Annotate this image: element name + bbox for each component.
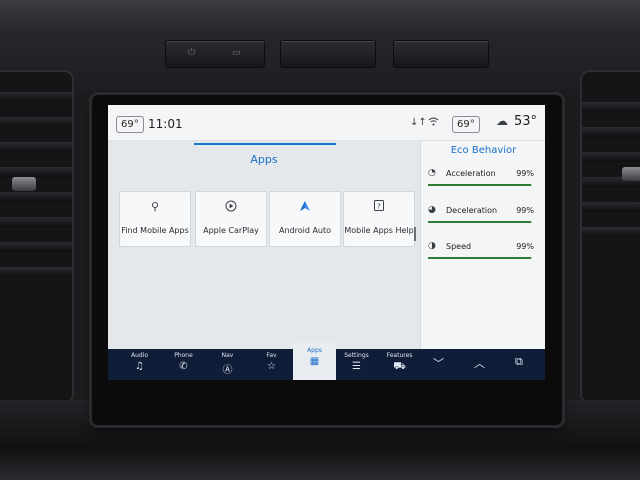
data-transfer-icon: ↓↑ (410, 117, 427, 128)
vent-slat (0, 267, 72, 277)
bottom-nav-bar: Audio ♫ Phone ✆ Nav Ⓐ Fav ☆ Apps ▦ Setti… (108, 343, 545, 380)
eco-progress-bar (428, 184, 532, 186)
sliders-icon: ☰ (352, 361, 361, 372)
search-apps-icon: ⚲ (150, 200, 160, 213)
nav-features[interactable]: Features ⛟ (378, 349, 421, 380)
nav-phone[interactable]: Phone ✆ (162, 349, 205, 380)
wifi-icon (428, 117, 439, 129)
chevron-up-icon[interactable]: ︿ (474, 355, 485, 371)
eco-row-value: 99% (516, 206, 534, 215)
nav-label: Settings (344, 352, 369, 359)
clock: 11:01 (148, 117, 183, 131)
tile-label: Find Mobile Apps (121, 226, 189, 235)
vent-slat (0, 192, 72, 202)
eco-row-acceleration: ◔ Acceleration 99% (428, 168, 538, 188)
eco-progress-fill (428, 184, 531, 186)
outside-temperature: 53° (514, 114, 538, 129)
help-icon: ? (344, 200, 414, 214)
eco-progress-fill (428, 257, 531, 259)
eco-progress-fill (428, 221, 531, 223)
music-note-icon: ♫ (135, 361, 144, 372)
phone-icon: ✆ (179, 361, 188, 372)
apps-panel: Apps ⚲ Find Mobile Apps Apple CarPlay An… (108, 141, 420, 349)
air-vent-left (0, 70, 74, 404)
nav-label: Apps (307, 347, 322, 354)
nav-label: Nav (221, 352, 234, 359)
inside-temperature-right[interactable]: 69° (452, 116, 480, 133)
car-icon: ⛟ (393, 361, 406, 372)
nav-settings[interactable]: Settings ☰ (335, 349, 378, 380)
vent-slat (0, 117, 72, 127)
vent-slat (582, 202, 640, 212)
vent-slat (582, 227, 640, 237)
eco-row-deceleration: ◕ Deceleration 99% (428, 205, 538, 225)
tile-android-auto[interactable]: Android Auto (269, 191, 341, 247)
nav-label: Features (386, 352, 413, 359)
vent-slat (582, 152, 640, 162)
tile-apple-carplay[interactable]: Apple CarPlay (195, 191, 267, 247)
eco-row-value: 99% (516, 169, 534, 178)
apps-scrollbar[interactable] (414, 227, 416, 241)
hazard-button[interactable] (280, 40, 376, 68)
apps-grid-icon: ▦ (309, 356, 320, 367)
nav-label: Phone (174, 352, 193, 359)
nav-favorites[interactable]: Fav ☆ (250, 349, 293, 380)
apps-title: Apps (250, 153, 278, 166)
chevron-down-icon[interactable]: ﹀ (433, 355, 444, 371)
vent-slat (582, 127, 640, 137)
gauge-icon: ◕ (428, 205, 436, 215)
tile-label: Apple CarPlay (203, 226, 259, 235)
vent-knob[interactable] (622, 167, 640, 181)
tile-mobile-apps-help[interactable]: ? Mobile Apps Help (343, 191, 415, 247)
eco-row-label: Speed (446, 242, 472, 251)
vent-slat (0, 92, 72, 102)
svg-text:?: ? (377, 202, 381, 210)
eco-row-speed: ◑ Speed 99% (428, 241, 538, 261)
nav-audio[interactable]: Audio ♫ (118, 349, 161, 380)
eco-behavior-title: Eco Behavior (450, 145, 517, 156)
eco-row-label: Deceleration (446, 206, 498, 215)
star-icon: ☆ (267, 361, 276, 372)
vent-slat (0, 242, 72, 252)
eco-row-label: Acceleration (446, 169, 496, 178)
weather-cloud-icon: ☁ (496, 114, 508, 128)
tile-find-mobile-apps[interactable]: ⚲ Find Mobile Apps (119, 191, 191, 247)
vent-slat (0, 217, 72, 227)
vent-slat (0, 142, 72, 152)
eco-progress-bar (428, 221, 532, 223)
eco-progress-bar (428, 257, 532, 259)
status-bar: 69° 11:01 ↓↑ 69° ☁ 53° (108, 105, 545, 141)
inside-temperature-left[interactable]: 69° (116, 116, 144, 133)
hardware-button-right[interactable] (393, 40, 489, 68)
navigation-icon: Ⓐ (222, 365, 233, 376)
infotainment-screen: 69° 11:01 ↓↑ 69° ☁ 53° Apps ⚲ Find Mobil… (108, 105, 545, 380)
nav-label: Audio (130, 352, 149, 359)
hardware-button-icon: ▭ (232, 48, 241, 58)
vent-slat (0, 167, 72, 177)
nav-navigation[interactable]: Nav Ⓐ (206, 349, 249, 380)
eco-row-value: 99% (516, 242, 534, 251)
android-auto-icon (270, 200, 340, 214)
copy-windows-icon[interactable]: ⧉ (515, 355, 523, 369)
vent-knob[interactable] (12, 177, 36, 191)
carplay-icon (196, 200, 266, 214)
nav-label: Fav (266, 352, 277, 359)
air-vent-right (580, 70, 640, 404)
hardware-button-left[interactable]: ⏻ ▭ (165, 40, 265, 68)
hardware-button-icon: ⏻ (188, 48, 196, 58)
apps-title-underline (194, 143, 336, 145)
tile-label: Android Auto (278, 226, 332, 235)
tile-label: Mobile Apps Help (344, 226, 414, 235)
gauge-icon: ◔ (428, 168, 436, 178)
speedometer-icon: ◑ (428, 241, 436, 251)
eco-behavior-panel: Eco Behavior ◔ Acceleration 99% ◕ Decele… (420, 141, 545, 349)
vent-slat (582, 102, 640, 112)
nav-apps[interactable]: Apps ▦ (293, 343, 336, 380)
